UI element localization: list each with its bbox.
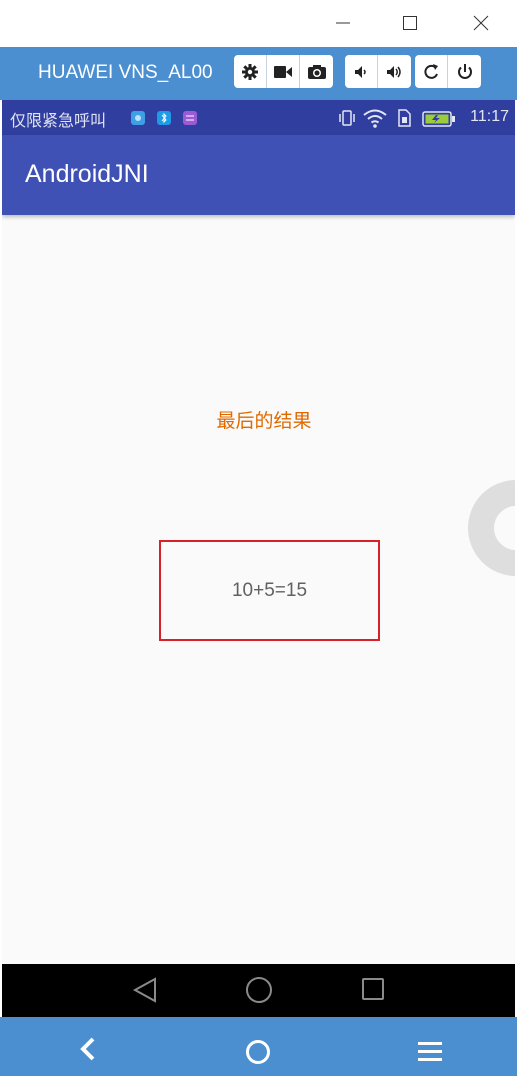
maximize-icon[interactable] (390, 8, 430, 38)
floating-assist-button[interactable] (468, 480, 515, 576)
message-icon (182, 110, 198, 130)
result-label: 最后的结果 (216, 410, 312, 432)
battery-icon (422, 111, 456, 131)
toolbar-group-volume (345, 55, 411, 88)
window-title-bar (0, 0, 517, 47)
back-chevron-icon[interactable] (76, 1036, 100, 1066)
menu-icon[interactable] (417, 1040, 443, 1066)
back-triangle-icon[interactable] (132, 976, 158, 1008)
gear-icon[interactable] (234, 55, 267, 88)
volume-down-icon[interactable] (345, 55, 378, 88)
camera-icon[interactable] (300, 55, 333, 88)
carrier-text: 仅限紧急呼叫 (10, 111, 107, 130)
vibrate-icon (338, 109, 356, 131)
toolbar-group-power (415, 55, 481, 88)
wifi-icon (362, 108, 388, 132)
power-icon[interactable] (448, 55, 481, 88)
toolbar-group-capture (234, 55, 333, 88)
volume-up-icon[interactable] (378, 55, 411, 88)
bluetooth-icon (156, 110, 172, 130)
home-circle-icon[interactable] (245, 976, 273, 1008)
device-name: HUAWEI VNS_AL00 (38, 62, 213, 83)
phone-screen: 仅限紧急呼叫 11:17 AndroidJNI 最后的结果 10+5=15 (2, 100, 515, 1017)
app-bar: AndroidJNI (2, 135, 515, 215)
recents-square-icon[interactable] (361, 977, 385, 1005)
close-icon[interactable] (461, 8, 501, 38)
app-icon (130, 110, 146, 130)
result-box: 10+5=15 (159, 540, 380, 641)
video-camera-icon[interactable] (267, 55, 300, 88)
minimize-icon[interactable] (323, 8, 363, 38)
sim-icon (396, 109, 412, 131)
result-value: 10+5=15 (231, 579, 308, 601)
emulator-bottom-bar (0, 1017, 517, 1076)
status-time: 11:17 (470, 108, 509, 125)
android-nav-bar (2, 964, 515, 1017)
rotate-icon[interactable] (415, 55, 448, 88)
home-circle-icon[interactable] (245, 1039, 271, 1069)
app-title: AndroidJNI (25, 160, 149, 188)
